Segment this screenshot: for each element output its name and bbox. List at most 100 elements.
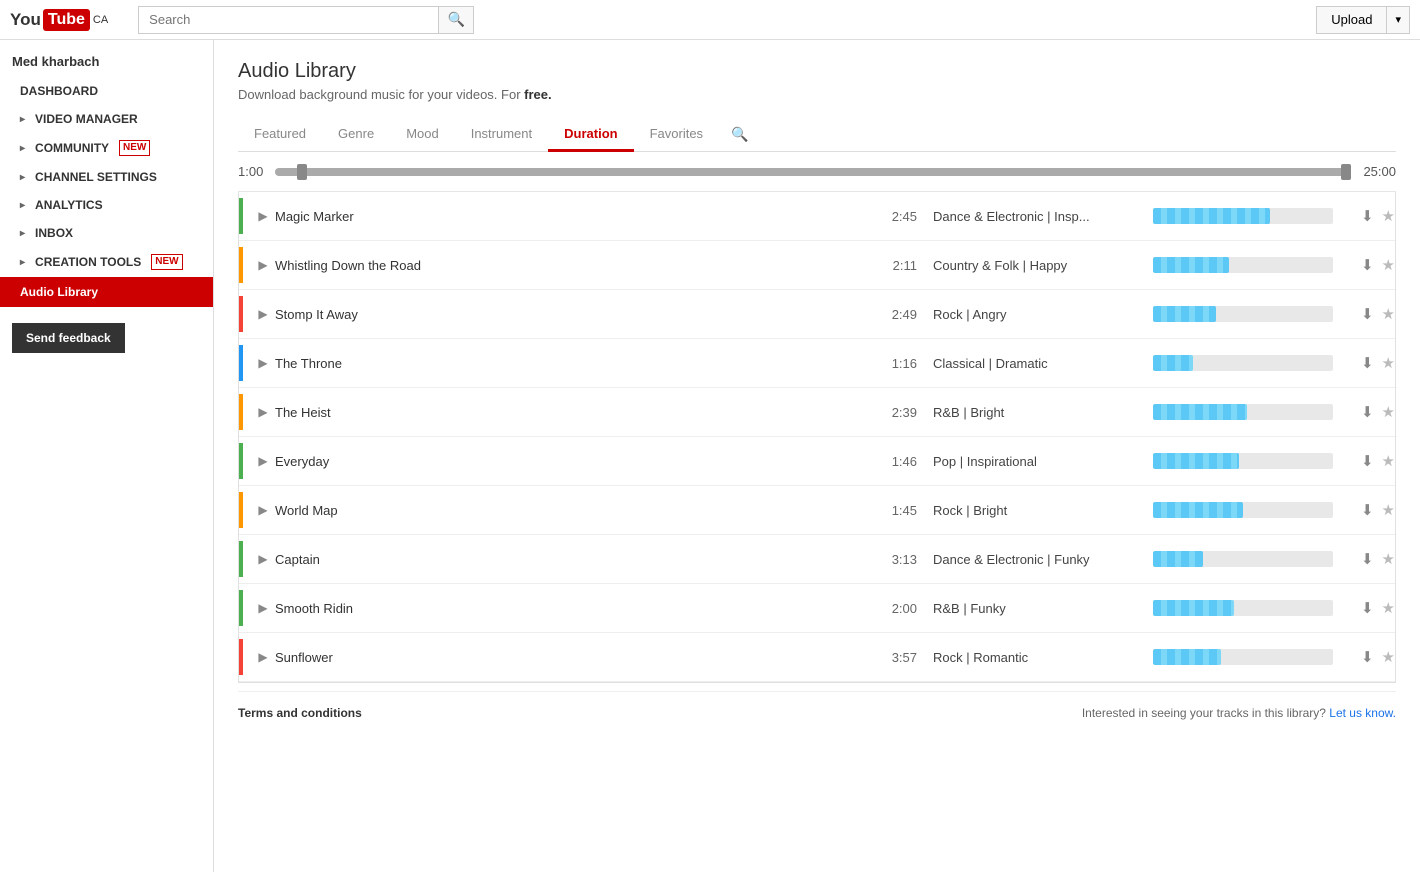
tabs-bar: Featured Genre Mood Instrument Duration … <box>238 118 1396 152</box>
sidebar-item-inbox[interactable]: ▸ INBOX <box>0 219 213 247</box>
track-name: Smooth Ridin <box>275 601 857 616</box>
track-genre: Rock | Romantic <box>933 650 1153 665</box>
track-name: World Map <box>275 503 857 518</box>
slider-handle-left[interactable] <box>297 164 307 180</box>
favorite-icon[interactable]: ★ <box>1382 648 1395 666</box>
favorite-icon[interactable]: ★ <box>1382 305 1395 323</box>
page-subtitle: Download background music for your video… <box>238 87 1396 102</box>
track-actions: ⬇ ★ <box>1345 599 1395 617</box>
track-duration: 3:13 <box>857 552 917 567</box>
track-genre: Rock | Bright <box>933 503 1153 518</box>
chevron-icon-creation-tools: ▸ <box>20 257 25 268</box>
track-color-bar <box>239 443 243 479</box>
sidebar-item-video-manager[interactable]: ▸ VIDEO MANAGER <box>0 105 213 133</box>
tab-genre[interactable]: Genre <box>322 118 390 152</box>
favorite-icon[interactable]: ★ <box>1382 207 1395 225</box>
search-button[interactable]: 🔍 <box>438 6 474 34</box>
sidebar-label-video-manager: VIDEO MANAGER <box>35 112 138 126</box>
slider-min-label: 1:00 <box>238 164 263 179</box>
download-icon[interactable]: ⬇ <box>1361 207 1374 225</box>
table-row: ▶ Whistling Down the Road 2:11 Country &… <box>239 241 1395 290</box>
download-icon[interactable]: ⬇ <box>1361 501 1374 519</box>
track-actions: ⬇ ★ <box>1345 648 1395 666</box>
footer-right: Interested in seeing your tracks in this… <box>1082 706 1396 720</box>
tab-search[interactable]: 🔍 <box>719 118 760 151</box>
sidebar: Med kharbach DASHBOARD ▸ VIDEO MANAGER ▸… <box>0 40 214 872</box>
track-bar-fill <box>1153 306 1216 322</box>
tab-mood[interactable]: Mood <box>390 118 455 152</box>
track-bar-fill <box>1153 404 1247 420</box>
track-color-bar <box>239 198 243 234</box>
topbar: YouTubeCA 🔍 Upload ▾ <box>0 0 1420 40</box>
play-button[interactable]: ▶ <box>251 596 275 620</box>
sidebar-item-dashboard[interactable]: DASHBOARD <box>0 77 213 105</box>
footer-let-us-know[interactable]: Let us know. <box>1329 706 1396 720</box>
chevron-icon-analytics: ▸ <box>20 200 25 211</box>
play-button[interactable]: ▶ <box>251 449 275 473</box>
table-row: ▶ Captain 3:13 Dance & Electronic | Funk… <box>239 535 1395 584</box>
download-icon[interactable]: ⬇ <box>1361 599 1374 617</box>
download-icon[interactable]: ⬇ <box>1361 403 1374 421</box>
upload-button[interactable]: Upload <box>1316 6 1386 34</box>
tracks-container: ▶ Magic Marker 2:45 Dance & Electronic |… <box>238 192 1396 683</box>
play-button[interactable]: ▶ <box>251 253 275 277</box>
search-input[interactable] <box>138 6 438 34</box>
download-icon[interactable]: ⬇ <box>1361 305 1374 323</box>
play-button[interactable]: ▶ <box>251 351 275 375</box>
upload-dropdown-button[interactable]: ▾ <box>1386 6 1410 34</box>
download-icon[interactable]: ⬇ <box>1361 648 1374 666</box>
logo-ca: CA <box>93 14 108 26</box>
favorite-icon[interactable]: ★ <box>1382 501 1395 519</box>
play-button[interactable]: ▶ <box>251 302 275 326</box>
table-row: ▶ The Heist 2:39 R&B | Bright ⬇ ★ <box>239 388 1395 437</box>
track-name: Captain <box>275 552 857 567</box>
favorite-icon[interactable]: ★ <box>1382 354 1395 372</box>
play-button[interactable]: ▶ <box>251 204 275 228</box>
download-icon[interactable]: ⬇ <box>1361 354 1374 372</box>
favorite-icon[interactable]: ★ <box>1382 550 1395 568</box>
favorite-icon[interactable]: ★ <box>1382 599 1395 617</box>
table-row: ▶ Stomp It Away 2:49 Rock | Angry ⬇ ★ <box>239 290 1395 339</box>
play-button[interactable]: ▶ <box>251 645 275 669</box>
sidebar-item-analytics[interactable]: ▸ ANALYTICS <box>0 191 213 219</box>
favorite-icon[interactable]: ★ <box>1382 403 1395 421</box>
table-row: ▶ Sunflower 3:57 Rock | Romantic ⬇ ★ <box>239 633 1395 682</box>
table-row: ▶ Smooth Ridin 2:00 R&B | Funky ⬇ ★ <box>239 584 1395 633</box>
slider-handle-right[interactable] <box>1341 164 1351 180</box>
track-color-bar <box>239 296 243 332</box>
tab-favorites[interactable]: Favorites <box>634 118 719 152</box>
sidebar-item-community[interactable]: ▸ COMMUNITY NEW <box>0 133 213 163</box>
track-duration-bar <box>1153 257 1333 273</box>
track-genre: Country & Folk | Happy <box>933 258 1153 273</box>
track-duration: 2:11 <box>857 258 917 273</box>
track-bar-fill <box>1153 649 1221 665</box>
track-color-bar <box>239 639 243 675</box>
track-genre: R&B | Bright <box>933 405 1153 420</box>
sidebar-item-creation-tools[interactable]: ▸ CREATION TOOLS NEW <box>0 247 213 277</box>
favorite-icon[interactable]: ★ <box>1382 256 1395 274</box>
main-content: Audio Library Download background music … <box>214 40 1420 872</box>
footer-terms[interactable]: Terms and conditions <box>238 706 362 720</box>
track-actions: ⬇ ★ <box>1345 354 1395 372</box>
track-bar-fill <box>1153 600 1234 616</box>
track-duration-bar <box>1153 208 1333 224</box>
logo-you: You <box>10 10 41 30</box>
duration-slider-track[interactable] <box>275 168 1351 176</box>
sidebar-item-audio-library[interactable]: Audio Library <box>0 277 213 307</box>
track-duration-bar <box>1153 649 1333 665</box>
track-color-bar <box>239 394 243 430</box>
favorite-icon[interactable]: ★ <box>1382 452 1395 470</box>
sidebar-item-channel-settings[interactable]: ▸ CHANNEL SETTINGS <box>0 163 213 191</box>
tab-instrument[interactable]: Instrument <box>455 118 548 152</box>
play-button[interactable]: ▶ <box>251 547 275 571</box>
download-icon[interactable]: ⬇ <box>1361 256 1374 274</box>
tab-duration[interactable]: Duration <box>548 118 633 152</box>
tab-featured[interactable]: Featured <box>238 118 322 152</box>
track-actions: ⬇ ★ <box>1345 501 1395 519</box>
play-button[interactable]: ▶ <box>251 498 275 522</box>
download-icon[interactable]: ⬇ <box>1361 452 1374 470</box>
play-button[interactable]: ▶ <box>251 400 275 424</box>
send-feedback-button[interactable]: Send feedback <box>12 323 125 353</box>
download-icon[interactable]: ⬇ <box>1361 550 1374 568</box>
footer-right-text: Interested in seeing your tracks in this… <box>1082 706 1329 720</box>
